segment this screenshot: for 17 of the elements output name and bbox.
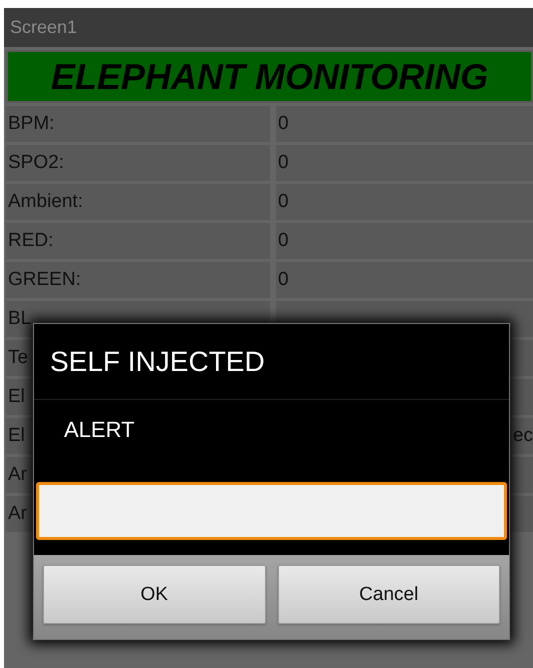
cancel-button[interactable]: Cancel	[278, 565, 500, 624]
value-cell: 0	[276, 106, 533, 142]
label-cell: RED:	[6, 223, 270, 259]
input-field[interactable]	[36, 482, 507, 540]
label-cell: BPM:	[6, 106, 270, 142]
window-title: Screen1	[10, 17, 78, 38]
value-cell: 0	[276, 184, 533, 220]
dialog-title: SELF INJECTED	[50, 346, 265, 378]
value-cell: 0	[276, 223, 533, 259]
value-cell: 0	[276, 262, 533, 298]
title-banner: ELEPHANT MONITORING	[6, 50, 533, 103]
label-cell: SPO2:	[6, 145, 270, 181]
dialog-message: ALERT	[64, 417, 135, 443]
value-cell: 0	[276, 145, 533, 181]
ok-button[interactable]: OK	[43, 565, 266, 624]
label-cell: GREEN:	[6, 262, 270, 298]
label-cell: Ambient:	[6, 184, 270, 220]
